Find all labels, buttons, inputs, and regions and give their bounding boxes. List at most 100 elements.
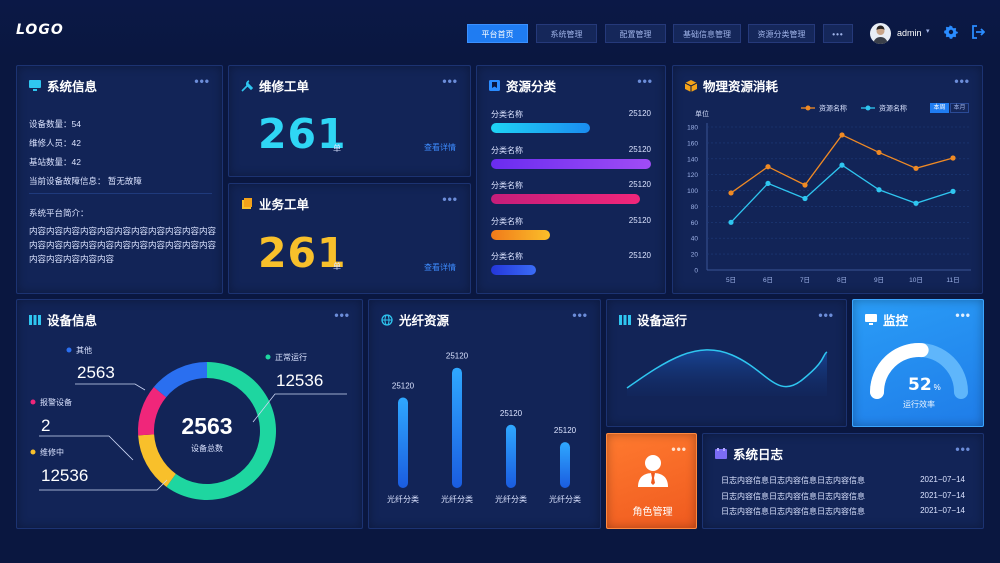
log-date: 2021−07−14 — [920, 475, 965, 484]
bar-value-label: 25120 — [554, 426, 577, 435]
unit-label: 单 — [333, 144, 341, 153]
fiber-bar-chart: 25120 光纤分类 25120 光纤分类 25120 光纤分类 25120 光纤分类 — [387, 352, 581, 504]
fiber-bar — [398, 397, 408, 488]
legend-label: 资源名称 — [879, 104, 907, 113]
donut-label-value: 12536 — [41, 466, 88, 485]
x-tick-label: 5日 — [726, 276, 736, 284]
legend-dot — [66, 347, 72, 353]
leader-line — [75, 383, 146, 391]
more-button[interactable]: ••• — [442, 74, 458, 88]
series-line — [730, 164, 954, 223]
log-date: 2021−07−14 — [920, 506, 965, 515]
view-details-link[interactable]: 查看详情 — [424, 142, 456, 153]
gauge-label: 运行效率 — [903, 400, 935, 409]
bar-category-label: 光纤分类 — [495, 494, 527, 504]
device-count: 设备数量：54 — [29, 119, 81, 129]
resource-value: 25120 — [628, 215, 651, 225]
bookmark-icon — [489, 80, 500, 91]
bar-value-label: 25120 — [392, 381, 415, 390]
unit-label: 单 — [333, 262, 341, 271]
system-log-panel: 系统日志 ••• 日志内容信息日志内容信息日志内容信息 2021−07−14 日志内… — [702, 433, 984, 529]
fiber-bar — [452, 367, 462, 488]
document-icon — [242, 197, 252, 209]
resource-name: 分类名称 — [491, 252, 523, 261]
more-button[interactable]: ••• — [442, 192, 458, 206]
y-tick-label: 180 — [687, 125, 698, 132]
fiber-resource-panel: 光纤资源 ••• 25120 光纤分类 25120 光纤分类 25120 光纤分类 2512… — [368, 299, 601, 529]
data-point — [728, 219, 734, 225]
avatar[interactable] — [870, 23, 891, 44]
y-tick-label: 20 — [691, 252, 699, 259]
log-text: 日志内容信息日志内容信息日志内容信息 — [721, 476, 865, 485]
data-point — [876, 187, 882, 193]
gear-icon[interactable] — [944, 25, 958, 39]
legend-dot — [30, 449, 36, 455]
data-point — [950, 155, 956, 161]
resource-value: 25120 — [628, 109, 651, 118]
device-running-panel: 设备运行 ••• — [606, 299, 847, 427]
x-tick-label: 8日 — [837, 276, 847, 284]
x-tick-label: 10日 — [909, 276, 923, 284]
top-bar: LOGO 平台首页 系统管理 配置管理 基础信息管理 资源分类管理 ••• ad… — [0, 0, 1000, 60]
username[interactable]: admin — [897, 28, 922, 38]
resource-bar — [491, 158, 651, 169]
fiber-bar — [506, 424, 516, 488]
intro-text: 内容内容内容内容内容内容内容内容内容内容内容内容内容内容内容内容内容内容内容内容… — [29, 226, 217, 264]
x-tick-label: 11日 — [946, 276, 959, 284]
log-text: 日志内容信息日志内容信息日志内容信息 — [721, 507, 865, 516]
resource-name: 分类名称 — [491, 216, 523, 226]
legend-label: 资源名称 — [819, 104, 847, 113]
y-tick-label: 140 — [687, 156, 698, 163]
resource-bar — [491, 123, 590, 133]
nav-config-management[interactable]: 配置管理 — [605, 24, 666, 43]
data-point — [839, 162, 845, 168]
donut-segment — [138, 434, 176, 487]
donut-label-value: 2563 — [77, 363, 115, 382]
x-tick-label: 9日 — [874, 276, 884, 284]
more-button[interactable]: ••• — [955, 442, 971, 456]
user-icon — [638, 455, 668, 487]
resource-value: 25120 — [628, 251, 651, 260]
nav-more-button[interactable]: ••• — [823, 24, 853, 43]
monitor-panel: 监控 ••• 52% 运行效率 — [852, 299, 984, 427]
nav-platform-home[interactable]: 平台首页 — [467, 24, 528, 43]
more-button[interactable]: ••• — [671, 442, 687, 456]
wave-area — [627, 349, 827, 396]
data-point — [913, 165, 919, 171]
y-tick-label: 100 — [687, 188, 698, 195]
device-info-panel: 设备信息 ••• 2563 设备总数 其他 2563 报警设备 2 维修中 12536 正常运行… — [16, 299, 363, 529]
divider — [29, 193, 212, 194]
bar-value-label: 25120 — [446, 352, 469, 361]
physical-resource-panel: 物理资源消耗 ••• 本周 本月 单位 0 20 40 60 80 100 120 140 160… — [672, 65, 983, 294]
panel-title: 资源分类 — [506, 80, 557, 94]
view-details-link[interactable]: 查看详情 — [424, 262, 456, 273]
panel-title: 系统信息 — [47, 80, 98, 94]
x-tick-label: 7日 — [800, 276, 810, 284]
more-button[interactable]: ••• — [194, 74, 210, 88]
y-tick-label: 40 — [691, 236, 699, 243]
resource-value: 25120 — [628, 144, 651, 154]
monitor-icon — [29, 80, 41, 91]
bar-category-label: 光纤分类 — [549, 494, 581, 504]
resource-category-panel: 资源分类 ••• 分类名称 25120 分类名称 25120 分类名称 25120 分类名称… — [476, 65, 666, 294]
resource-bar — [491, 265, 536, 275]
nav-basic-info-management[interactable]: 基础信息管理 — [673, 24, 741, 43]
role-management-card[interactable]: ••• 角色管理 — [606, 433, 697, 529]
logout-icon[interactable] — [971, 25, 985, 39]
data-point — [876, 149, 882, 156]
donut-label-name: 其他 — [76, 345, 92, 355]
business-order-panel: 业务工单 ••• 261 单 查看详情 — [228, 183, 471, 294]
legend-marker — [865, 105, 871, 111]
donut-center-value: 2563 — [181, 413, 232, 439]
gauge-value: 52 — [908, 375, 932, 395]
y-tick-label: 0 — [694, 268, 698, 275]
chevron-down-icon[interactable]: ▾ — [926, 27, 930, 35]
resource-name: 分类名称 — [491, 145, 523, 155]
nav-system-management[interactable]: 系统管理 — [536, 24, 597, 43]
data-point — [765, 164, 771, 170]
fiber-bar — [560, 442, 570, 488]
line-chart: 单位 0 20 40 60 80 100 120 140 160 180 5日 6日 7日 8日 9日 10日 1… — [687, 104, 971, 284]
nav-resource-category-management[interactable]: 资源分类管理 — [748, 24, 815, 43]
more-button[interactable]: ••• — [637, 74, 653, 88]
repair-staff: 维修人员：42 — [29, 138, 81, 148]
